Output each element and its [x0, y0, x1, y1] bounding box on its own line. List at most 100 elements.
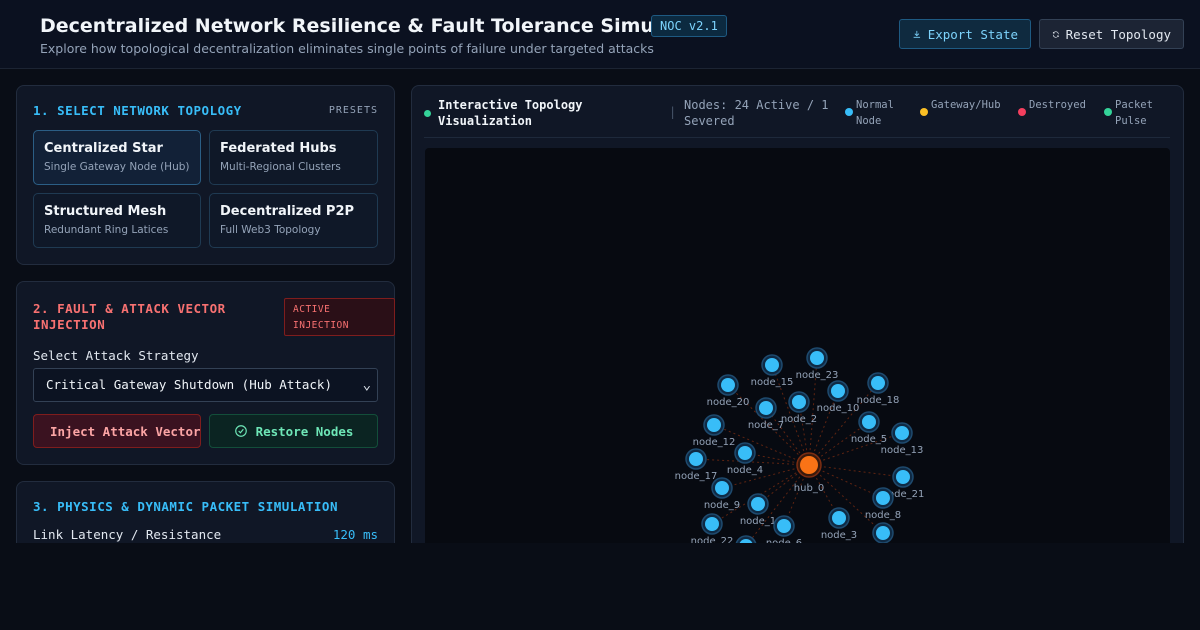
- graph-node-dot: [707, 418, 721, 432]
- graph-node[interactable]: node_3: [821, 507, 857, 541]
- graph-node-dot: [832, 511, 846, 525]
- graph-node[interactable]: node_10: [817, 380, 860, 414]
- attack-strategy-select[interactable]: Critical Gateway Shutdown (Hub Attack) ⌄: [33, 368, 378, 402]
- topology-panel: 1. SELECT NETWORK TOPOLOGY PRESETS Centr…: [16, 85, 395, 265]
- latency-label: Link Latency / Resistance: [33, 527, 222, 542]
- graph-node-label: node_7: [748, 420, 784, 431]
- legend-normal-node-swatch: [845, 108, 853, 116]
- graph-node-dot: [862, 415, 876, 429]
- topology-card-desc: Full Web3 Topology: [220, 224, 321, 236]
- graph-node-dot: [810, 351, 824, 365]
- graph-node-label: node_23: [796, 370, 839, 381]
- graph-node-label: node_12: [693, 437, 736, 448]
- physics-title: 3. PHYSICS & DYNAMIC PACKET SIMULATION: [33, 499, 338, 514]
- graph-node[interactable]: node_15: [751, 354, 794, 388]
- network-graph[interactable]: node_23node_15node_20 node_18node_10node_…: [425, 148, 1170, 548]
- graph-node[interactable]: node_5: [851, 411, 887, 445]
- header-separator: |: [669, 105, 677, 119]
- topology-card-desc: Multi-Regional Clusters: [220, 161, 341, 173]
- refresh-icon: [1052, 30, 1059, 38]
- graph-node-label: node_5: [851, 434, 887, 445]
- restore-nodes-label: Restore Nodes: [255, 423, 354, 439]
- graph-node-dot: [896, 470, 910, 484]
- graph-node[interactable]: node_9: [704, 477, 740, 511]
- inject-attack-label: Inject Attack Vector: [50, 423, 201, 439]
- reset-topology-button[interactable]: Reset Topology: [1039, 19, 1184, 49]
- topology-title: 1. SELECT NETWORK TOPOLOGY: [33, 103, 242, 118]
- inject-attack-button[interactable]: Inject Attack Vector: [33, 414, 201, 448]
- graph-node-dot: [895, 426, 909, 440]
- active-injection-tag: ACTIVE INJECTION: [284, 298, 395, 336]
- graph-node-dot: [831, 384, 845, 398]
- graph-hub-dot: [800, 456, 818, 474]
- version-badge: NOC v2.1: [651, 15, 727, 37]
- app-title: Decentralized Network Resilience & Fault…: [40, 15, 705, 37]
- check-circle-icon: [234, 425, 247, 437]
- graph-node-dot: [715, 481, 729, 495]
- viewport-bottom: [0, 543, 1200, 630]
- chevron-down-icon: ⌄: [362, 377, 371, 393]
- legend-normal-node-label: Normal Node: [856, 99, 894, 127]
- live-status-dot: [424, 110, 431, 117]
- graph-hub-node[interactable]: hub_0: [794, 452, 824, 494]
- graph-node-dot: [871, 376, 885, 390]
- graph-node-dot: [721, 378, 735, 392]
- topology-card-name: Federated Hubs: [220, 141, 337, 156]
- topology-card-centralized-star[interactable]: Centralized Star Single Gateway Node (Hu…: [33, 130, 201, 185]
- topology-card-desc: Single Gateway Node (Hub): [44, 161, 190, 173]
- graph-node[interactable]: node_7: [748, 397, 784, 431]
- attack-strategy-label: Select Attack Strategy: [33, 348, 199, 363]
- graph-node[interactable]: node_17: [675, 448, 718, 482]
- graph-node-label: node_15: [751, 377, 794, 388]
- latency-value: 120 ms: [332, 527, 378, 542]
- attack-title: 2. FAULT & ATTACK VECTOR INJECTION: [33, 301, 226, 332]
- graph-node-label: node_20: [707, 397, 750, 408]
- legend-destroyed-swatch: [1018, 108, 1026, 116]
- graph-node-label: node_8: [865, 510, 901, 521]
- restore-nodes-button[interactable]: Restore Nodes: [209, 414, 378, 448]
- graph-node[interactable]: node_18: [857, 372, 900, 406]
- legend-gateway-hub-swatch: [920, 108, 928, 116]
- visualization-title: Interactive Topology Visualization: [438, 98, 583, 128]
- graph-node-label: node_10: [817, 403, 860, 414]
- graph-node-dot: [689, 452, 703, 466]
- graph-node-dot: [705, 517, 719, 531]
- graph-node-dot: [777, 519, 791, 533]
- graph-node-dot: [759, 401, 773, 415]
- topology-card-decentralized-p2p[interactable]: Decentralized P2P Full Web3 Topology: [209, 193, 378, 248]
- topology-card-name: Centralized Star: [44, 141, 163, 156]
- export-state-button[interactable]: Export State: [899, 19, 1031, 49]
- graph-node-label: node_2: [781, 414, 817, 425]
- graph-node-label: node_13: [881, 445, 924, 456]
- legend-gateway-hub-label: Gateway/Hub: [931, 99, 1001, 111]
- graph-node-label: node_18: [857, 395, 900, 406]
- attack-strategy-value: Critical Gateway Shutdown (Hub Attack): [46, 377, 332, 392]
- graph-hub-label: hub_0: [794, 483, 824, 494]
- graph-node[interactable]: node_1: [740, 493, 776, 527]
- graph-node-label: node_9: [704, 500, 740, 511]
- topology-card-federated-hubs[interactable]: Federated Hubs Multi-Regional Clusters: [209, 130, 378, 185]
- legend-packet-pulse-label: Packet Pulse: [1115, 99, 1153, 127]
- attack-panel: 2. FAULT & ATTACK VECTOR INJECTION ACTIV…: [16, 281, 395, 465]
- reset-topology-label: Reset Topology: [1065, 26, 1171, 42]
- graph-node-dot: [792, 395, 806, 409]
- graph-node-dot: [751, 497, 765, 511]
- topology-canvas[interactable]: node_23 node_15 node_20 node_18 node_10 node_…: [425, 148, 1170, 548]
- topology-card-desc: Redundant Ring Latices: [44, 224, 169, 236]
- graph-node-dot: [876, 491, 890, 505]
- topology-card-name: Decentralized P2P: [220, 204, 355, 219]
- graph-node-label: node_4: [727, 465, 763, 476]
- graph-node-dot: [876, 526, 890, 540]
- topology-card-name: Structured Mesh: [44, 204, 167, 219]
- graph-node[interactable]: node_20: [707, 374, 750, 408]
- legend-destroyed-label: Destroyed: [1029, 99, 1086, 111]
- download-icon: [913, 30, 921, 38]
- visualization-panel: Interactive Topology Visualization | Nod…: [411, 85, 1184, 605]
- export-state-label: Export State: [927, 26, 1018, 42]
- app-subtitle: Explore how topological decentralization…: [40, 41, 654, 56]
- graph-node[interactable]: node_2: [781, 391, 817, 425]
- graph-node[interactable]: node_23: [796, 347, 839, 381]
- topology-card-structured-mesh[interactable]: Structured Mesh Redundant Ring Latices: [33, 193, 201, 248]
- graph-node-label: node_1: [740, 516, 776, 527]
- visualization-header: Interactive Topology Visualization | Nod…: [424, 96, 1170, 138]
